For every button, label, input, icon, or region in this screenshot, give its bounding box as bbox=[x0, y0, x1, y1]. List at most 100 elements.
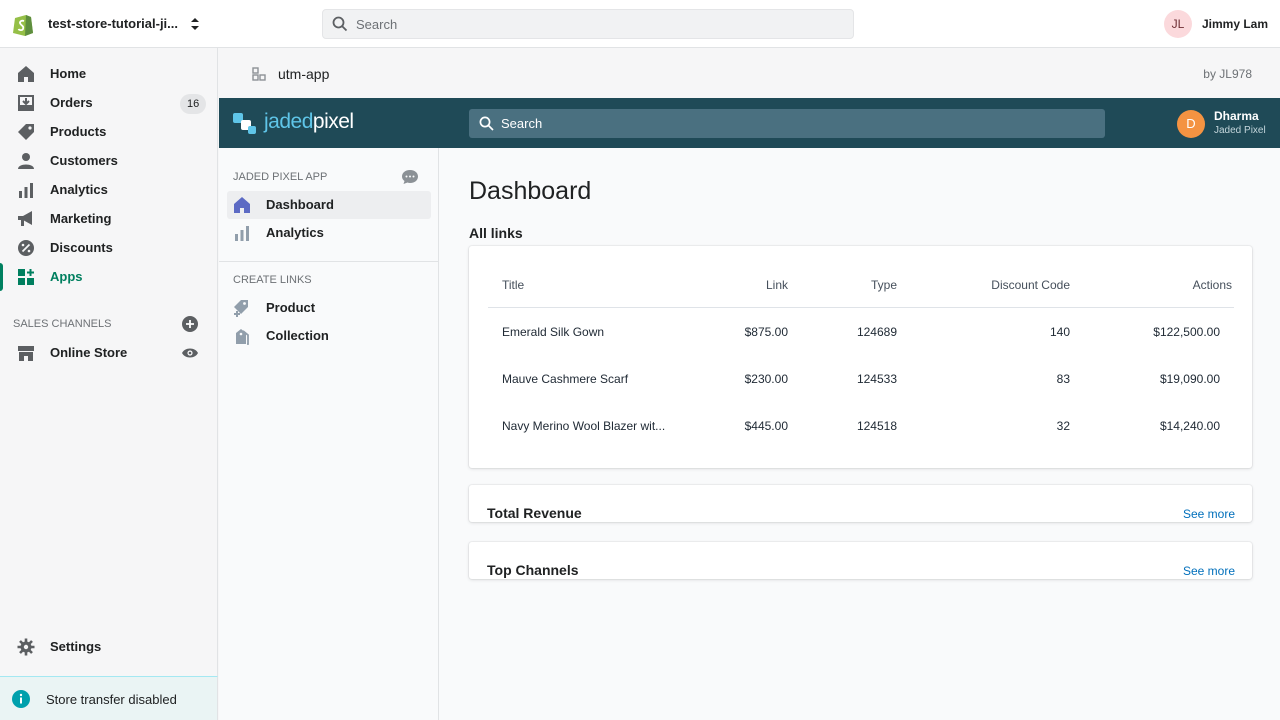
nav-item-label: Collection bbox=[266, 328, 329, 343]
discount-icon bbox=[18, 240, 34, 256]
nav-item-analytics[interactable]: Analytics bbox=[227, 219, 431, 247]
embedded-app-frame: jadedpixel Search D Dharma Jaded Pixel J… bbox=[219, 98, 1280, 720]
cell-link: $875.00 bbox=[744, 325, 788, 339]
app-search-input[interactable]: Search bbox=[469, 109, 1105, 138]
sidebar-item-label: Marketing bbox=[50, 211, 112, 226]
sidebar-item-label: Orders bbox=[50, 95, 93, 110]
column-header-type[interactable]: Type bbox=[871, 278, 897, 292]
store-switcher-chevron-icon[interactable] bbox=[188, 14, 202, 34]
app-navigation: JADED PIXEL APP Dashboard Analytics CREA… bbox=[219, 148, 439, 720]
table-row[interactable]: Navy Merino Wool Blazer wit... $445.00 1… bbox=[488, 403, 1234, 450]
cell-discount-code: 140 bbox=[1049, 325, 1070, 339]
column-header-title[interactable]: Title bbox=[502, 278, 524, 292]
column-header-link[interactable]: Link bbox=[766, 278, 788, 292]
table-header: Title Link Type Discount Code Actions bbox=[488, 246, 1234, 308]
links-table-card: Title Link Type Discount Code Actions Em… bbox=[469, 246, 1252, 468]
sidebar-item-label: Products bbox=[50, 124, 107, 139]
store-name[interactable]: test-store-tutorial-ji... bbox=[48, 16, 178, 31]
orders-icon bbox=[18, 95, 34, 111]
cell-type: 124689 bbox=[856, 325, 897, 339]
cell-type: 124533 bbox=[856, 372, 897, 386]
jadedpixel-logo-icon[interactable] bbox=[233, 111, 257, 135]
user-avatar[interactable]: JL bbox=[1164, 10, 1192, 38]
store-transfer-banner[interactable]: Store transfer disabled bbox=[0, 676, 218, 720]
cell-actions[interactable]: $19,090.00 bbox=[1160, 372, 1220, 386]
admin-sidebar: Home Orders 16 Products Customers Analyt… bbox=[0, 48, 218, 720]
column-header-actions[interactable]: Actions bbox=[1193, 278, 1232, 292]
bar-chart-icon bbox=[19, 183, 33, 198]
nav-item-collection[interactable]: Collection bbox=[227, 322, 431, 350]
home-icon bbox=[18, 66, 34, 82]
megaphone-icon bbox=[18, 211, 32, 226]
brand-part-1: jaded bbox=[264, 110, 313, 133]
sidebar-item-home[interactable]: Home bbox=[0, 60, 218, 88]
sidebar-item-label: Apps bbox=[50, 269, 83, 284]
app-user-avatar[interactable]: D bbox=[1177, 110, 1205, 138]
sidebar-item-label: Analytics bbox=[50, 182, 108, 197]
app-user-name: Dharma bbox=[1214, 109, 1259, 123]
app-section-heading: JADED PIXEL APP bbox=[233, 171, 328, 183]
sidebar-item-apps[interactable]: Apps bbox=[0, 263, 218, 291]
top-channels-card: Top Channels See more bbox=[469, 542, 1252, 579]
table-row[interactable]: Emerald Silk Gown $875.00 124689 140 $12… bbox=[488, 309, 1234, 356]
top-channels-title: Top Channels bbox=[487, 562, 579, 578]
person-icon bbox=[18, 153, 34, 169]
sidebar-item-label: Discounts bbox=[50, 240, 113, 255]
add-sales-channel-icon[interactable] bbox=[182, 316, 198, 332]
top-channels-see-more-link[interactable]: See more bbox=[1183, 564, 1235, 578]
app-user-org: Jaded Pixel bbox=[1214, 125, 1266, 136]
orders-count-badge: 16 bbox=[180, 94, 207, 114]
admin-search-input[interactable]: Search bbox=[322, 9, 854, 39]
chat-icon[interactable] bbox=[401, 169, 419, 185]
cell-type: 124518 bbox=[856, 419, 897, 433]
search-icon bbox=[479, 116, 494, 131]
shopify-logo-icon[interactable] bbox=[12, 12, 34, 36]
total-revenue-see-more-link[interactable]: See more bbox=[1183, 507, 1235, 521]
store-transfer-label: Store transfer disabled bbox=[46, 692, 177, 707]
sidebar-item-marketing[interactable]: Marketing bbox=[0, 205, 218, 233]
sidebar-item-orders[interactable]: Orders 16 bbox=[0, 89, 218, 117]
store-icon bbox=[18, 346, 34, 361]
tag-icon bbox=[18, 124, 34, 140]
bar-chart-icon bbox=[235, 226, 249, 241]
column-header-discount-code[interactable]: Discount Code bbox=[991, 278, 1070, 292]
total-revenue-title: Total Revenue bbox=[487, 505, 582, 521]
app-user-menu[interactable]: Dharma Jaded Pixel bbox=[1214, 109, 1266, 136]
sidebar-item-analytics[interactable]: Analytics bbox=[0, 176, 218, 204]
app-name: utm-app bbox=[278, 66, 330, 82]
cell-title: Mauve Cashmere Scarf bbox=[502, 372, 629, 386]
app-top-bar: jadedpixel Search D Dharma Jaded Pixel bbox=[219, 98, 1280, 148]
info-icon bbox=[12, 690, 30, 708]
table-row[interactable]: Mauve Cashmere Scarf $230.00 124533 83 $… bbox=[488, 356, 1234, 403]
cell-actions[interactable]: $122,500.00 bbox=[1153, 325, 1220, 339]
app-developer: by JL978 bbox=[1203, 67, 1252, 81]
sidebar-item-settings[interactable]: Settings bbox=[0, 633, 218, 661]
sidebar-item-label: Settings bbox=[50, 639, 102, 654]
brand-wordmark[interactable]: jadedpixel bbox=[264, 110, 354, 134]
nav-item-label: Product bbox=[266, 300, 316, 315]
cell-link: $230.00 bbox=[744, 372, 788, 386]
user-name[interactable]: Jimmy Lam bbox=[1202, 17, 1268, 31]
sales-channels-heading: SALES CHANNELS bbox=[13, 318, 112, 330]
eye-icon[interactable] bbox=[181, 346, 199, 360]
sidebar-item-products[interactable]: Products bbox=[0, 118, 218, 146]
nav-item-label: Dashboard bbox=[266, 197, 334, 212]
all-links-heading: All links bbox=[469, 225, 523, 241]
tag-plus-icon bbox=[234, 300, 248, 317]
sidebar-item-customers[interactable]: Customers bbox=[0, 147, 218, 175]
nav-item-dashboard[interactable]: Dashboard bbox=[227, 191, 431, 219]
nav-item-product[interactable]: Product bbox=[227, 294, 431, 322]
sidebar-item-label: Customers bbox=[50, 153, 118, 168]
collection-icon bbox=[236, 329, 249, 345]
nav-divider bbox=[219, 261, 439, 262]
cell-actions[interactable]: $14,240.00 bbox=[1160, 419, 1220, 433]
sidebar-item-discounts[interactable]: Discounts bbox=[0, 234, 218, 262]
search-icon bbox=[332, 16, 348, 32]
sidebar-item-online-store[interactable]: Online Store bbox=[0, 339, 218, 367]
app-title-bar: utm-app by JL978 bbox=[219, 49, 1280, 98]
app-icon bbox=[252, 67, 266, 81]
search-placeholder: Search bbox=[501, 116, 543, 131]
cell-discount-code: 32 bbox=[1056, 419, 1070, 433]
search-placeholder: Search bbox=[356, 17, 398, 32]
cell-discount-code: 83 bbox=[1056, 372, 1070, 386]
